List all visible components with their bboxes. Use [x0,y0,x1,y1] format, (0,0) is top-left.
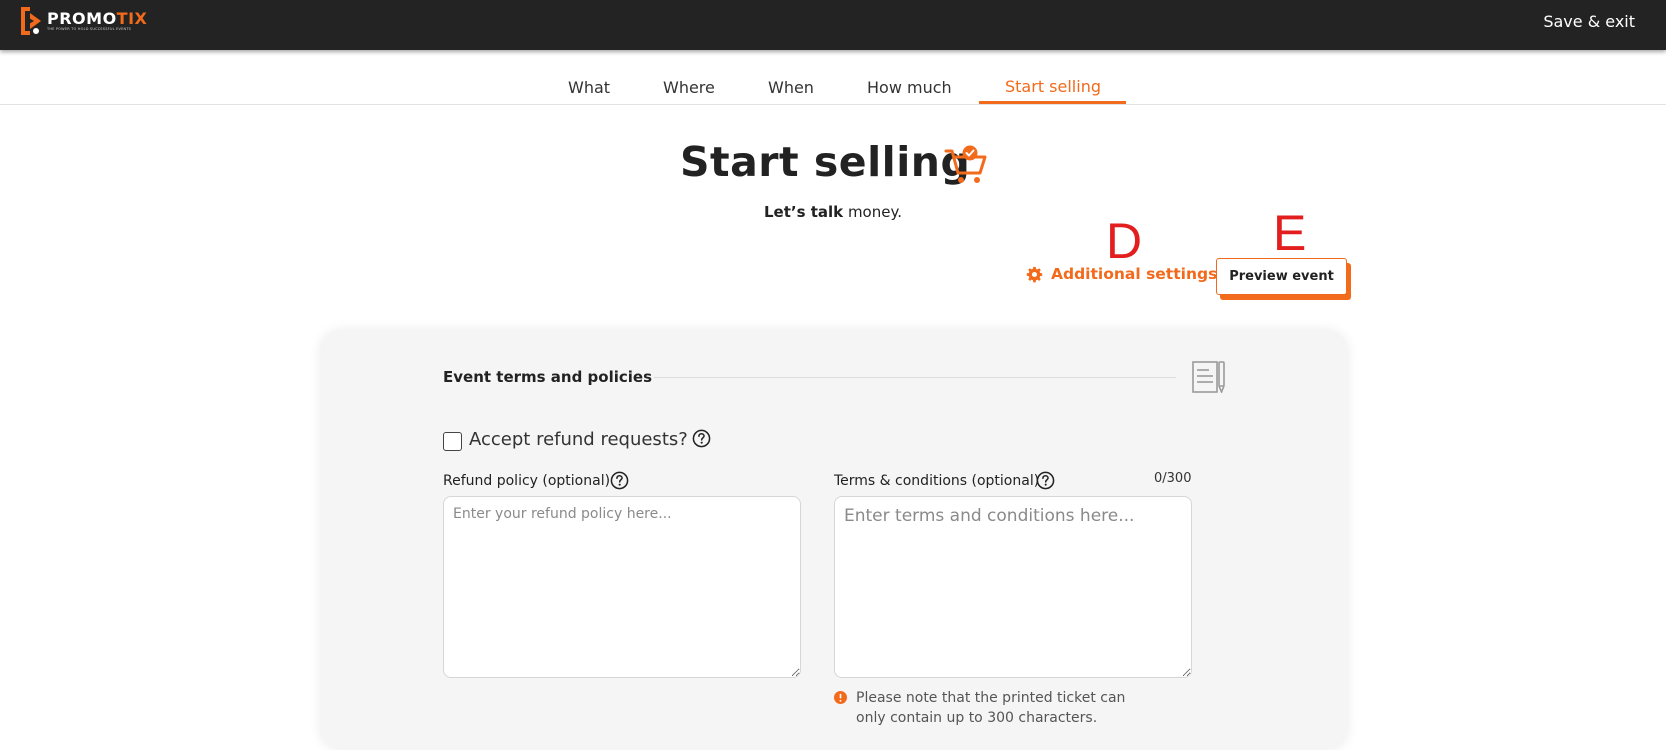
terms-conditions-textarea[interactable] [834,496,1192,678]
tab-how-much[interactable]: How much [867,78,952,98]
tab-what[interactable]: What [568,78,610,98]
section-divider [654,377,1176,378]
terms-conditions-label: Terms & conditions (optional) [834,473,1040,489]
refund-policy-textarea[interactable] [443,496,801,678]
tab-where[interactable]: Where [663,78,715,98]
additional-settings-link[interactable]: Additional settings [1026,265,1217,283]
save-exit-link[interactable]: Save & exit [1543,12,1635,32]
active-tab-indicator [979,101,1126,104]
question-circle-icon[interactable] [1036,471,1055,490]
document-pencil-icon [1192,361,1225,393]
section-title: Event terms and policies [443,368,653,386]
accept-refund-label: Accept refund requests? [469,429,688,450]
refund-policy-label: Refund policy (optional) [443,473,611,489]
promotix-logo[interactable]: PROMOTIX THE POWER TO HOLD SUCCESSFUL EV… [21,7,147,35]
gear-icon [1026,266,1043,282]
annotation-d: D [1106,213,1143,269]
info-circle-icon [834,691,847,704]
page-subtitle: Let’s talk money. [764,203,902,221]
preview-event-wrapper: Preview event [1216,258,1351,300]
additional-settings-label: Additional settings [1051,265,1218,283]
tab-when[interactable]: When [768,78,814,98]
question-circle-icon[interactable] [692,429,711,448]
step-navigation: What Where When How much Start selling [0,50,1666,105]
annotation-e: E [1273,205,1307,261]
terms-character-counter: 0/300 [1154,471,1192,486]
preview-event-button[interactable]: Preview event [1216,258,1347,295]
character-limit-note: Please note that the printed ticket can … [834,688,1156,728]
character-limit-text: Please note that the printed ticket can … [856,690,1126,726]
accept-refund-checkbox[interactable] [443,432,462,451]
brand-tagline: THE POWER TO HOLD SUCCESSFUL EVENTS [47,27,132,31]
top-bar: PROMOTIX THE POWER TO HOLD SUCCESSFUL EV… [0,0,1666,50]
tab-start-selling[interactable]: Start selling [1005,77,1101,97]
cart-check-icon [944,145,987,183]
page-title: Start selling [680,138,971,186]
question-circle-icon[interactable] [610,471,629,490]
brand-name: PROMOTIX [47,9,148,28]
promotix-logo-icon [21,7,41,35]
